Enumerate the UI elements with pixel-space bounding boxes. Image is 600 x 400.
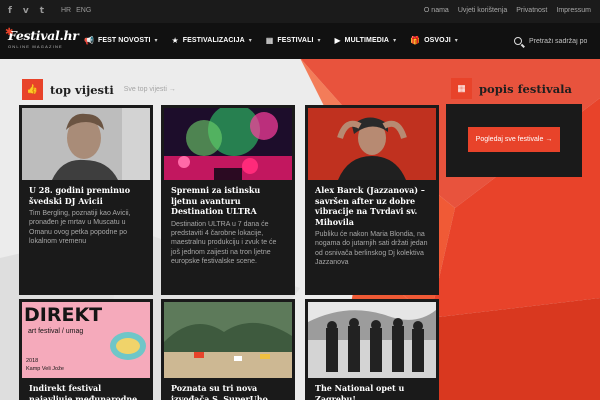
festival-poster-year: 2018 <box>26 358 39 364</box>
article-image[interactable] <box>308 108 436 180</box>
festival-list-header: ▦ popis festivala <box>451 78 572 99</box>
calendar-icon: ▦ <box>265 36 274 45</box>
search-icon[interactable] <box>514 37 522 45</box>
chevron-down-icon: ▾ <box>154 38 158 44</box>
social-links: f v t <box>8 5 44 17</box>
festival-list-box: Pogledaj sve festivale → <box>446 104 582 177</box>
lang-hr[interactable]: HR <box>61 6 71 16</box>
section-title: popis festivala <box>479 81 572 96</box>
nav-item-festivalizacija[interactable]: ★ FESTIVALIZACIJA ▾ <box>172 36 252 46</box>
article-image[interactable]: DIREKT art festival / umag 2018 Kamp Vel… <box>22 302 150 378</box>
article-card[interactable]: DIREKT art festival / umag 2018 Kamp Vel… <box>19 299 153 400</box>
logo-text: Festival.hr <box>8 28 79 43</box>
article-image[interactable] <box>164 108 292 180</box>
article-card[interactable]: The National opet u Zagrebu! <box>305 299 439 400</box>
logo-star-icon: ✱ <box>5 27 14 38</box>
top-link-about[interactable]: O nama <box>424 6 449 16</box>
article-title[interactable]: Alex Barck (Jazzanova) – savršen after u… <box>305 180 439 227</box>
top-links: O nama Uvjeti korištenja Privatnost Impr… <box>424 6 591 16</box>
article-title[interactable]: Poznata su tri nova izvođača S. SuperUho <box>161 378 295 400</box>
chevron-down-icon: ▾ <box>248 38 252 44</box>
top-news-header: 👍 top vijesti Sve top vijesti → <box>22 79 176 100</box>
festival-poster-name: DIREKT <box>24 304 103 326</box>
view-all-festivals-button[interactable]: Pogledaj sve festivale → <box>468 127 560 152</box>
language-switcher: HR ENG <box>61 6 91 16</box>
nav-item-festivali[interactable]: ▦ FESTIVALI ▾ <box>266 36 321 46</box>
article-card[interactable]: Poznata su tri nova izvođača S. SuperUho <box>161 299 295 400</box>
nav-item-multimedia[interactable]: ▶ MULTIMEDIA ▾ <box>335 36 397 46</box>
facebook-icon[interactable]: f <box>8 5 12 17</box>
tumblr-icon[interactable]: t <box>40 5 44 17</box>
chevron-down-icon: ▾ <box>454 38 458 44</box>
festival-poster-place: Kamp Veli Jože <box>26 366 64 372</box>
gift-icon: 🎁 <box>410 36 421 45</box>
nav-label: FESTIVALIZACIJA <box>182 37 245 44</box>
thumbs-up-icon: 👍 <box>22 79 43 100</box>
star-icon: ★ <box>171 36 179 45</box>
article-card[interactable]: Alex Barck (Jazzanova) – savršen after u… <box>305 105 439 295</box>
top-link-privacy[interactable]: Privatnost <box>516 6 547 16</box>
article-card[interactable]: Spremni za istinsku ljetnu avanturu Dest… <box>161 105 295 295</box>
main-menu: 📢 FEST NOVOSTI ▾ ★ FESTIVALIZACIJA ▾ ▦ F… <box>84 23 472 59</box>
article-title[interactable]: Spremni za istinsku ljetnu avanturu Dest… <box>161 180 295 217</box>
article-excerpt: Tim Bergling, poznatiji kao Avicii, pron… <box>29 210 131 246</box>
nav-label: FEST NOVOSTI <box>97 37 151 44</box>
all-top-news-link[interactable]: Sve top vijesti → <box>124 86 176 93</box>
main-navbar: ✱ Festival.hr ONLINE MAGAZINE 📢 FEST NOV… <box>0 23 600 59</box>
nav-item-fest-novosti[interactable]: 📢 FEST NOVOSTI ▾ <box>84 36 158 46</box>
site-logo[interactable]: ✱ Festival.hr ONLINE MAGAZINE <box>5 27 79 53</box>
article-excerpt: Publiku će nakon Maria Blondia, na nogam… <box>315 231 428 267</box>
article-title[interactable]: Indirekt festival najavljuje međunarodne… <box>19 378 153 400</box>
article-title[interactable]: U 28. godini preminuo švedski DJ Avicii <box>19 180 153 206</box>
calendar-icon: ▦ <box>451 78 472 99</box>
top-bar: f v t HR ENG O nama Uvjeti korištenja Pr… <box>0 0 600 23</box>
article-card[interactable]: U 28. godini preminuo švedski DJ Avicii … <box>19 105 153 295</box>
search-box <box>514 35 587 47</box>
section-title: top vijesti <box>50 82 114 97</box>
nav-item-osvoji[interactable]: 🎁 OSVOJI ▾ <box>410 36 458 46</box>
article-excerpt: Destination ULTRA u 7 dana će predstavit… <box>171 220 277 266</box>
vimeo-icon[interactable]: v <box>23 5 29 17</box>
article-title[interactable]: The National opet u Zagrebu! <box>305 378 439 400</box>
article-image[interactable] <box>308 302 436 378</box>
top-link-impressum[interactable]: Impressum <box>556 6 591 16</box>
festival-poster-tagline: art festival / umag <box>28 328 84 335</box>
nav-label: MULTIMEDIA <box>344 37 390 44</box>
search-input[interactable] <box>529 35 587 47</box>
nav-label: OSVOJI <box>424 37 451 44</box>
nav-label: FESTIVALI <box>277 37 314 44</box>
top-link-terms[interactable]: Uvjeti korištenja <box>458 6 507 16</box>
lang-eng[interactable]: ENG <box>76 6 91 16</box>
megaphone-icon: 📢 <box>84 36 94 45</box>
logo-subtitle: ONLINE MAGAZINE <box>8 44 63 49</box>
chevron-down-icon: ▾ <box>317 38 321 44</box>
play-icon: ▶ <box>334 36 341 45</box>
article-image[interactable] <box>22 108 150 180</box>
article-image[interactable] <box>164 302 292 378</box>
chevron-down-icon: ▾ <box>393 38 397 44</box>
